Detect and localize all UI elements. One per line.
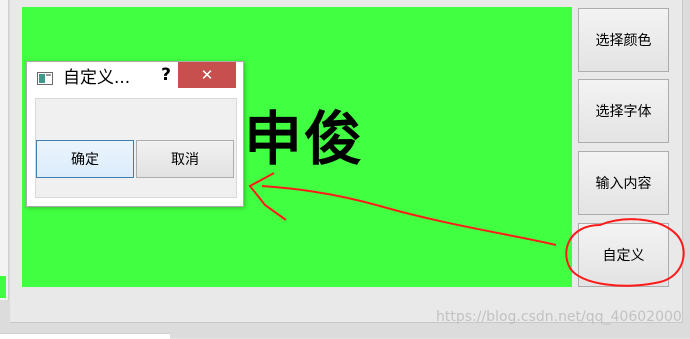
input-content-button[interactable]: 输入内容 xyxy=(578,151,669,215)
help-button[interactable]: ? xyxy=(155,62,177,88)
cancel-button[interactable]: 取消 xyxy=(136,140,234,178)
custom-dialog: 自定义... ? ✕ 确定 取消 xyxy=(26,61,244,207)
dialog-title: 自定义... xyxy=(63,68,131,88)
canvas-text: 申俊 xyxy=(244,105,365,173)
bottom-edge-strip xyxy=(0,333,170,339)
close-icon: ✕ xyxy=(200,66,214,84)
window-icon xyxy=(37,72,53,85)
ok-button[interactable]: 确定 xyxy=(36,140,134,178)
left-edge-green-fragment xyxy=(0,276,6,298)
select-font-button[interactable]: 选择字体 xyxy=(578,79,669,143)
left-edge-strip xyxy=(0,0,9,300)
watermark: https://blog.csdn.net/qq_40602000 xyxy=(436,309,682,325)
custom-button[interactable]: 自定义 xyxy=(578,223,669,287)
select-color-button[interactable]: 选择颜色 xyxy=(578,8,669,72)
close-button[interactable]: ✕ xyxy=(178,62,236,88)
